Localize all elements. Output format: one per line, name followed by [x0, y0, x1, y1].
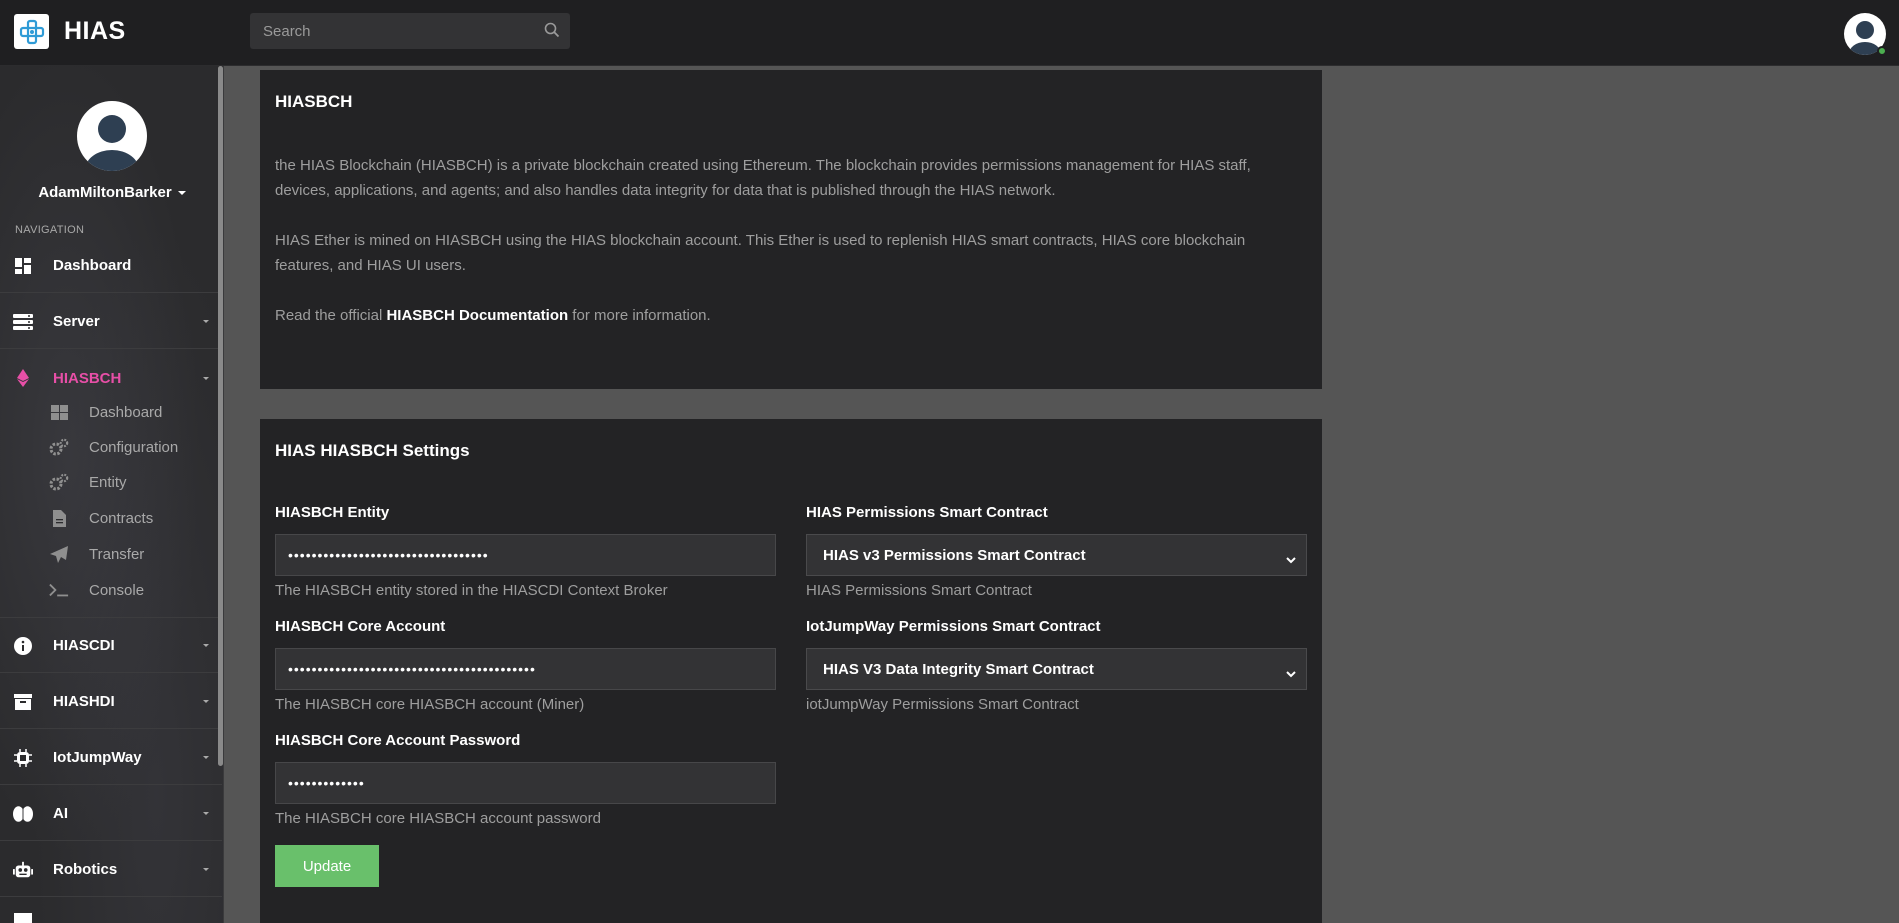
- chevron-down-icon: [203, 756, 209, 759]
- entity-help: The HIASBCH entity stored in the HIASCDI…: [275, 582, 668, 599]
- profile-name-dropdown[interactable]: AdamMiltonBarker: [38, 184, 186, 201]
- core-account-label: HIASBCH Core Account: [275, 618, 446, 635]
- user-avatar[interactable]: [1843, 12, 1887, 56]
- sidebar-subitem-console[interactable]: Console: [0, 573, 222, 607]
- sidebar-item-ai[interactable]: AI: [0, 787, 222, 841]
- sidebar: AdamMiltonBarker NAVIGATION Dashboard Se…: [0, 66, 224, 923]
- select-value: HIAS v3 Permissions Smart Contract: [823, 546, 1086, 564]
- search-box: [250, 13, 570, 49]
- hias-logo-icon: [14, 14, 49, 49]
- chevron-down-icon: [1286, 551, 1296, 568]
- info-icon: [13, 636, 33, 656]
- sidebar-item-dashboard[interactable]: Dashboard: [0, 239, 222, 293]
- core-account-help: The HIASBCH core HIASBCH account (Miner): [275, 696, 585, 713]
- app-name: HIAS: [64, 17, 126, 45]
- select-value: HIAS V3 Data Integrity Smart Contract: [823, 660, 1094, 678]
- sidebar-item-label: IotJumpWay: [53, 749, 142, 766]
- chart-icon: [13, 911, 33, 923]
- entity-field[interactable]: [275, 534, 776, 576]
- sidebar-item-label: Server: [53, 313, 100, 330]
- sidebar-item-hiascdi[interactable]: HIASCDI: [0, 619, 222, 673]
- sidebar-item-server[interactable]: Server: [0, 295, 222, 349]
- info-paragraph: the HIAS Blockchain (HIASBCH) is a priva…: [275, 157, 1251, 199]
- chevron-down-icon: [203, 644, 209, 647]
- iot-contract-help: iotJumpWay Permissions Smart Contract: [806, 696, 1079, 713]
- user-profile: AdamMiltonBarker: [0, 100, 223, 202]
- nav-heading: NAVIGATION: [15, 224, 85, 236]
- sidebar-item-hiashdi[interactable]: HIASHDI: [0, 675, 222, 729]
- sidebar-item-label: AI: [53, 805, 68, 822]
- sidebar-item-label: HIASBCH: [53, 369, 122, 387]
- grid-icon: [49, 402, 69, 422]
- search-icon[interactable]: [544, 22, 560, 43]
- brand[interactable]: HIAS: [14, 14, 126, 49]
- sidebar-subitem-label: Transfer: [89, 545, 145, 563]
- doc-prefix: Read the official: [275, 307, 387, 324]
- sidebar-item-iotjumpway[interactable]: IotJumpWay: [0, 731, 222, 785]
- sidebar-scrollbar[interactable]: [218, 66, 223, 766]
- sidebar-subitem-label: Dashboard: [89, 403, 163, 421]
- entity-label: HIASBCH Entity: [275, 504, 390, 521]
- sidebar-item-label: HIASCDI: [53, 637, 115, 654]
- chevron-down-icon: [203, 812, 209, 815]
- sidebar-item-label: HIASHDI: [53, 693, 115, 710]
- card-title: HIAS HIASBCH Settings: [275, 441, 470, 460]
- card-title: HIASBCH: [275, 92, 353, 111]
- sidebar-subitem-contracts[interactable]: Contracts: [0, 501, 222, 535]
- chevron-down-icon: [1286, 665, 1296, 682]
- core-password-help: The HIASBCH core HIASBCH account passwor…: [275, 810, 601, 827]
- cogs-icon: [49, 472, 69, 492]
- hiasbch-settings-card: HIAS HIASBCH Settings HIASBCH Entity The…: [260, 419, 1322, 923]
- cogs-icon: [49, 437, 69, 457]
- chevron-down-icon: [203, 868, 209, 871]
- chevron-down-icon: [203, 320, 209, 323]
- sidebar-subitem-entity[interactable]: Entity: [0, 465, 222, 499]
- chip-icon: [13, 748, 33, 768]
- ethereum-icon: [13, 368, 33, 388]
- profile-avatar[interactable]: [76, 100, 148, 172]
- robot-icon: [13, 860, 33, 880]
- sidebar-subitem-transfer[interactable]: Transfer: [0, 537, 222, 571]
- chevron-down-icon: [203, 376, 209, 380]
- info-paragraph: Read the official HIASBCH Documentation …: [275, 303, 1295, 328]
- dashboard-icon: [13, 256, 33, 276]
- sidebar-subitem-label: Entity: [89, 473, 127, 491]
- iot-contract-select[interactable]: HIAS V3 Data Integrity Smart Contract: [806, 648, 1307, 690]
- permissions-contract-select[interactable]: HIAS v3 Permissions Smart Contract: [806, 534, 1307, 576]
- info-paragraph: HIAS Ether is mined on HIASBCH using the…: [275, 232, 1246, 274]
- archive-icon: [13, 692, 33, 712]
- sidebar-subitem-label: Configuration: [89, 438, 179, 456]
- permissions-contract-help: HIAS Permissions Smart Contract: [806, 582, 1032, 599]
- online-status-indicator: [1877, 46, 1887, 56]
- documentation-link[interactable]: HIASBCH Documentation: [386, 307, 568, 324]
- core-account-field[interactable]: [275, 648, 776, 690]
- brain-icon: [13, 804, 33, 824]
- sidebar-subitem-label: Contracts: [89, 509, 154, 527]
- hiasbch-info-card: HIASBCH the HIAS Blockchain (HIASBCH) is…: [260, 70, 1322, 389]
- core-password-field[interactable]: [275, 762, 776, 804]
- sidebar-item-partial[interactable]: [0, 899, 222, 923]
- sidebar-subitem-configuration[interactable]: Configuration: [0, 430, 222, 464]
- iot-contract-label: IotJumpWay Permissions Smart Contract: [806, 618, 1101, 635]
- sidebar-item-robotics[interactable]: Robotics: [0, 843, 222, 897]
- sidebar-subitem-dashboard[interactable]: Dashboard: [0, 395, 222, 429]
- paper-plane-icon: [49, 544, 69, 564]
- sidebar-subitem-label: Console: [89, 581, 145, 599]
- profile-name: AdamMiltonBarker: [38, 184, 172, 201]
- chevron-down-icon: [203, 700, 209, 703]
- permissions-contract-label: HIAS Permissions Smart Contract: [806, 504, 1048, 521]
- sidebar-item-label: Robotics: [53, 861, 118, 878]
- file-icon: [49, 508, 69, 528]
- server-icon: [13, 312, 33, 332]
- divider: [0, 617, 222, 618]
- sidebar-item-label: Dashboard: [53, 257, 132, 274]
- caret-down-icon: [177, 190, 186, 195]
- top-bar: HIAS: [0, 0, 1899, 66]
- core-password-label: HIASBCH Core Account Password: [275, 732, 521, 749]
- search-input[interactable]: [250, 13, 570, 49]
- terminal-icon: [49, 580, 69, 600]
- doc-suffix: for more information.: [568, 307, 711, 324]
- update-button[interactable]: Update: [275, 845, 379, 887]
